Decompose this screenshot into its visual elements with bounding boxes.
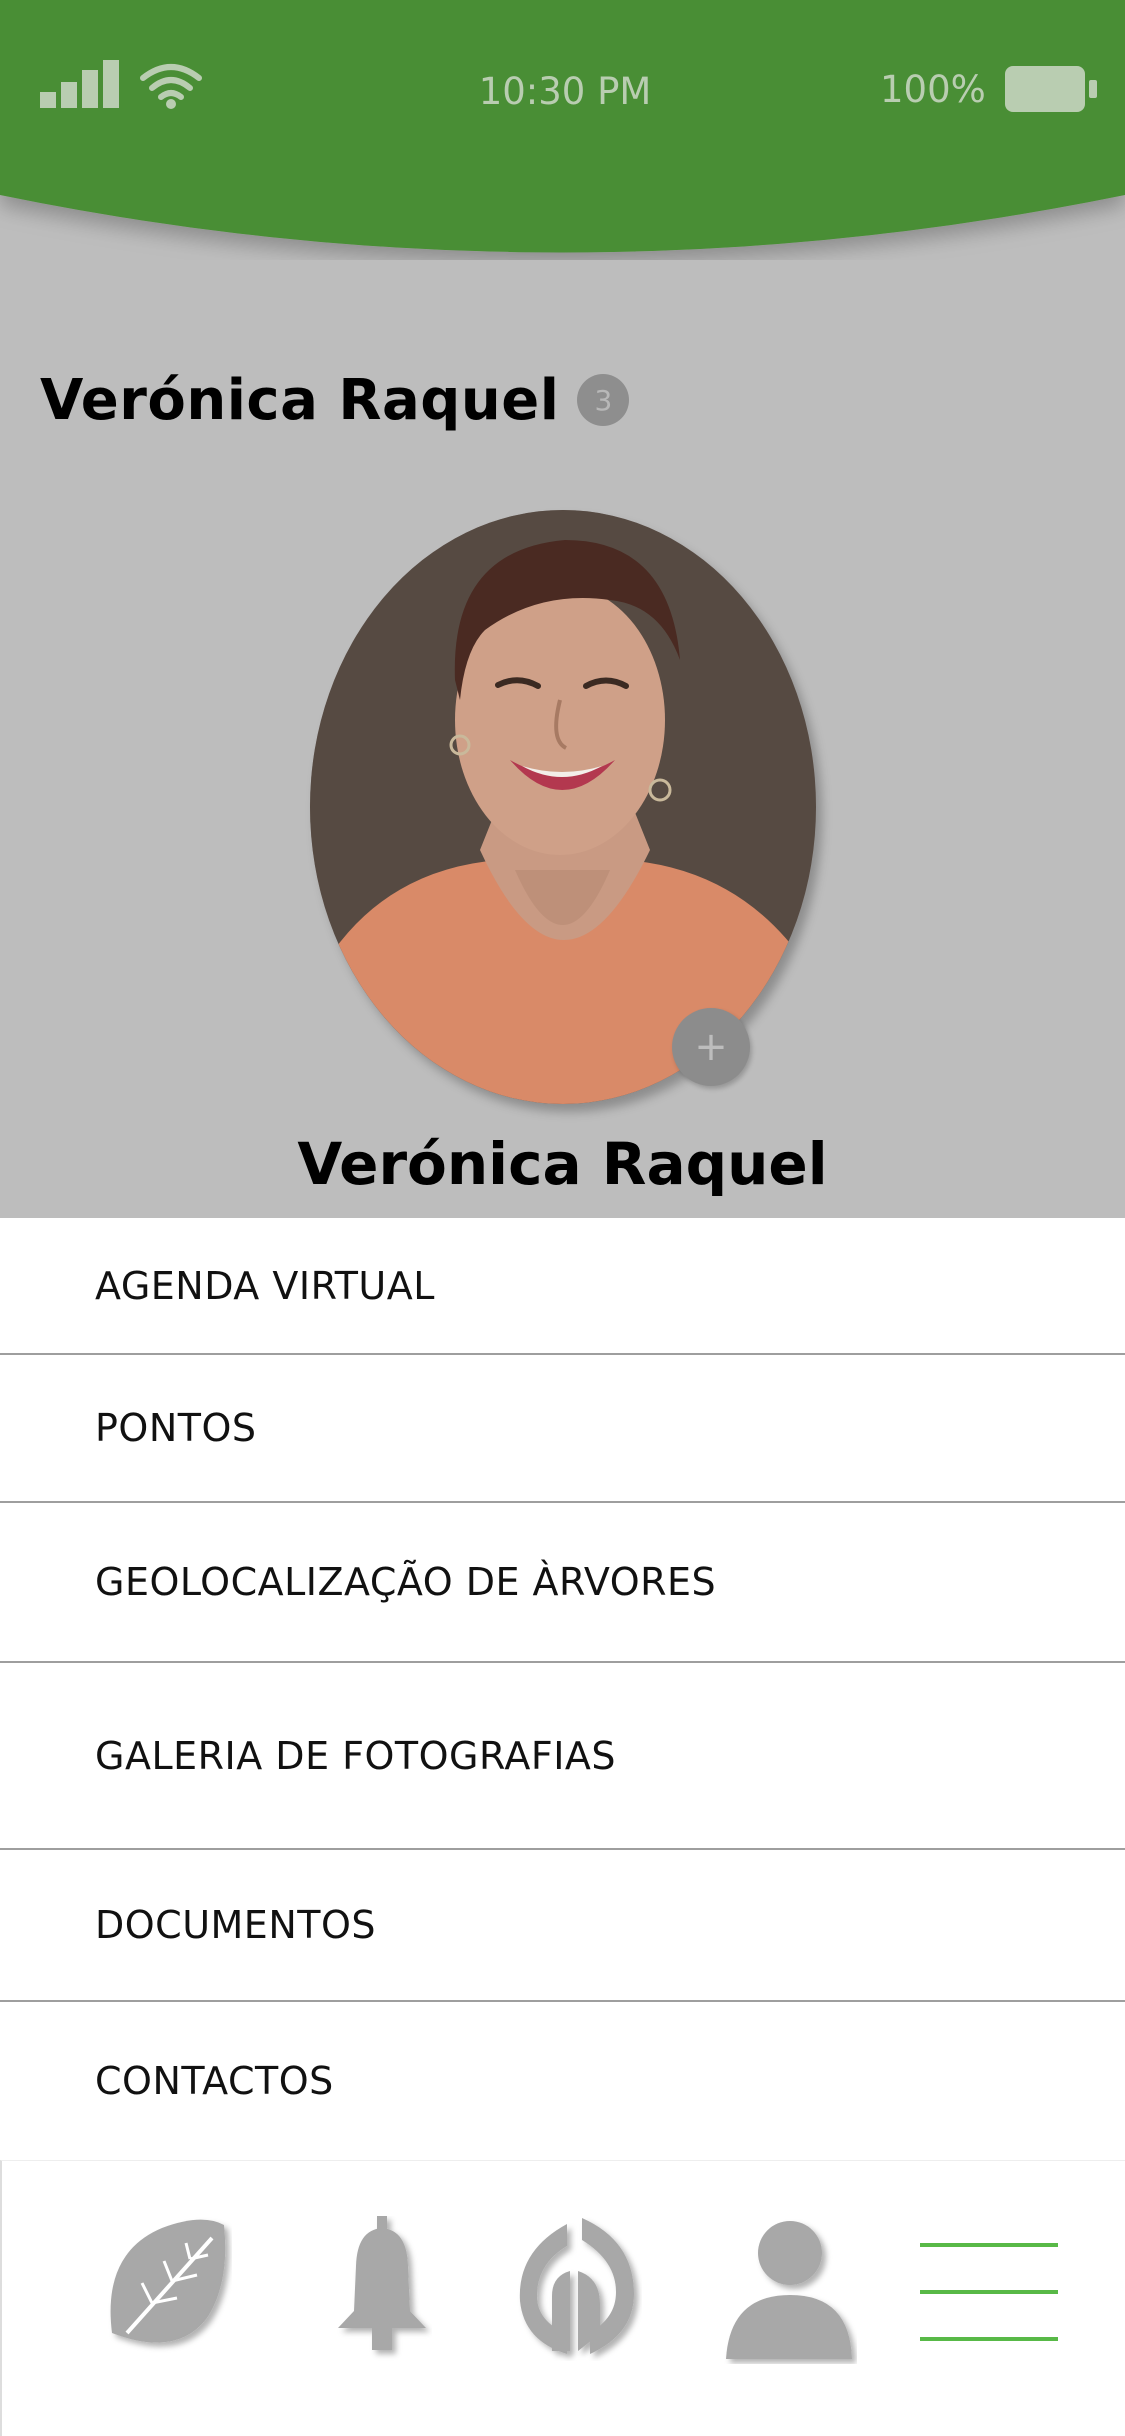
- menu-item-agenda-virtual[interactable]: AGENDA VIRTUAL: [0, 1218, 1125, 1355]
- menu-item-label: CONTACTOS: [95, 2059, 334, 2103]
- menu-item-galeria[interactable]: GALERIA DE FOTOGRAFIAS: [0, 1663, 1125, 1850]
- menu-item-pontos[interactable]: PONTOS: [0, 1355, 1125, 1503]
- notification-badge: 3: [577, 374, 630, 426]
- status-time: 10:30 PM: [478, 70, 652, 113]
- wifi-icon: [140, 62, 202, 110]
- status-bar-header: [0, 0, 1125, 260]
- app-logo-icon[interactable]: [512, 2216, 642, 2361]
- menu-item-label: AGENDA VIRTUAL: [95, 1263, 435, 1308]
- menu-item-geolocalizacao[interactable]: GEOLOCALIZAÇÃO DE ÀRVORES: [0, 1503, 1125, 1663]
- bottom-navigation: [0, 2160, 1125, 2436]
- menu-item-contactos[interactable]: CONTACTOS: [0, 2002, 1125, 2160]
- hamburger-menu-icon[interactable]: [920, 2241, 1060, 2341]
- menu-item-label: DOCUMENTOS: [95, 1903, 376, 1947]
- add-photo-button[interactable]: +: [672, 1008, 750, 1086]
- page-title: Verónica Raquel: [40, 367, 560, 433]
- bell-icon[interactable]: [332, 2216, 432, 2361]
- battery-percentage: 100%: [880, 68, 986, 111]
- menu-item-label: PONTOS: [95, 1406, 257, 1450]
- battery-icon: [1003, 64, 1101, 116]
- avatar[interactable]: [310, 510, 816, 1104]
- signal-icon: [40, 60, 122, 110]
- menu-item-documentos[interactable]: DOCUMENTOS: [0, 1850, 1125, 2002]
- profile-title-row: Verónica Raquel 3: [40, 360, 630, 440]
- menu-item-label: GALERIA DE FOTOGRAFIAS: [95, 1733, 617, 1778]
- profile-name: Verónica Raquel: [297, 1130, 828, 1198]
- user-icon[interactable]: [722, 2219, 857, 2364]
- leaf-icon[interactable]: [102, 2213, 232, 2363]
- menu-item-label: GEOLOCALIZAÇÃO DE ÀRVORES: [95, 1560, 717, 1604]
